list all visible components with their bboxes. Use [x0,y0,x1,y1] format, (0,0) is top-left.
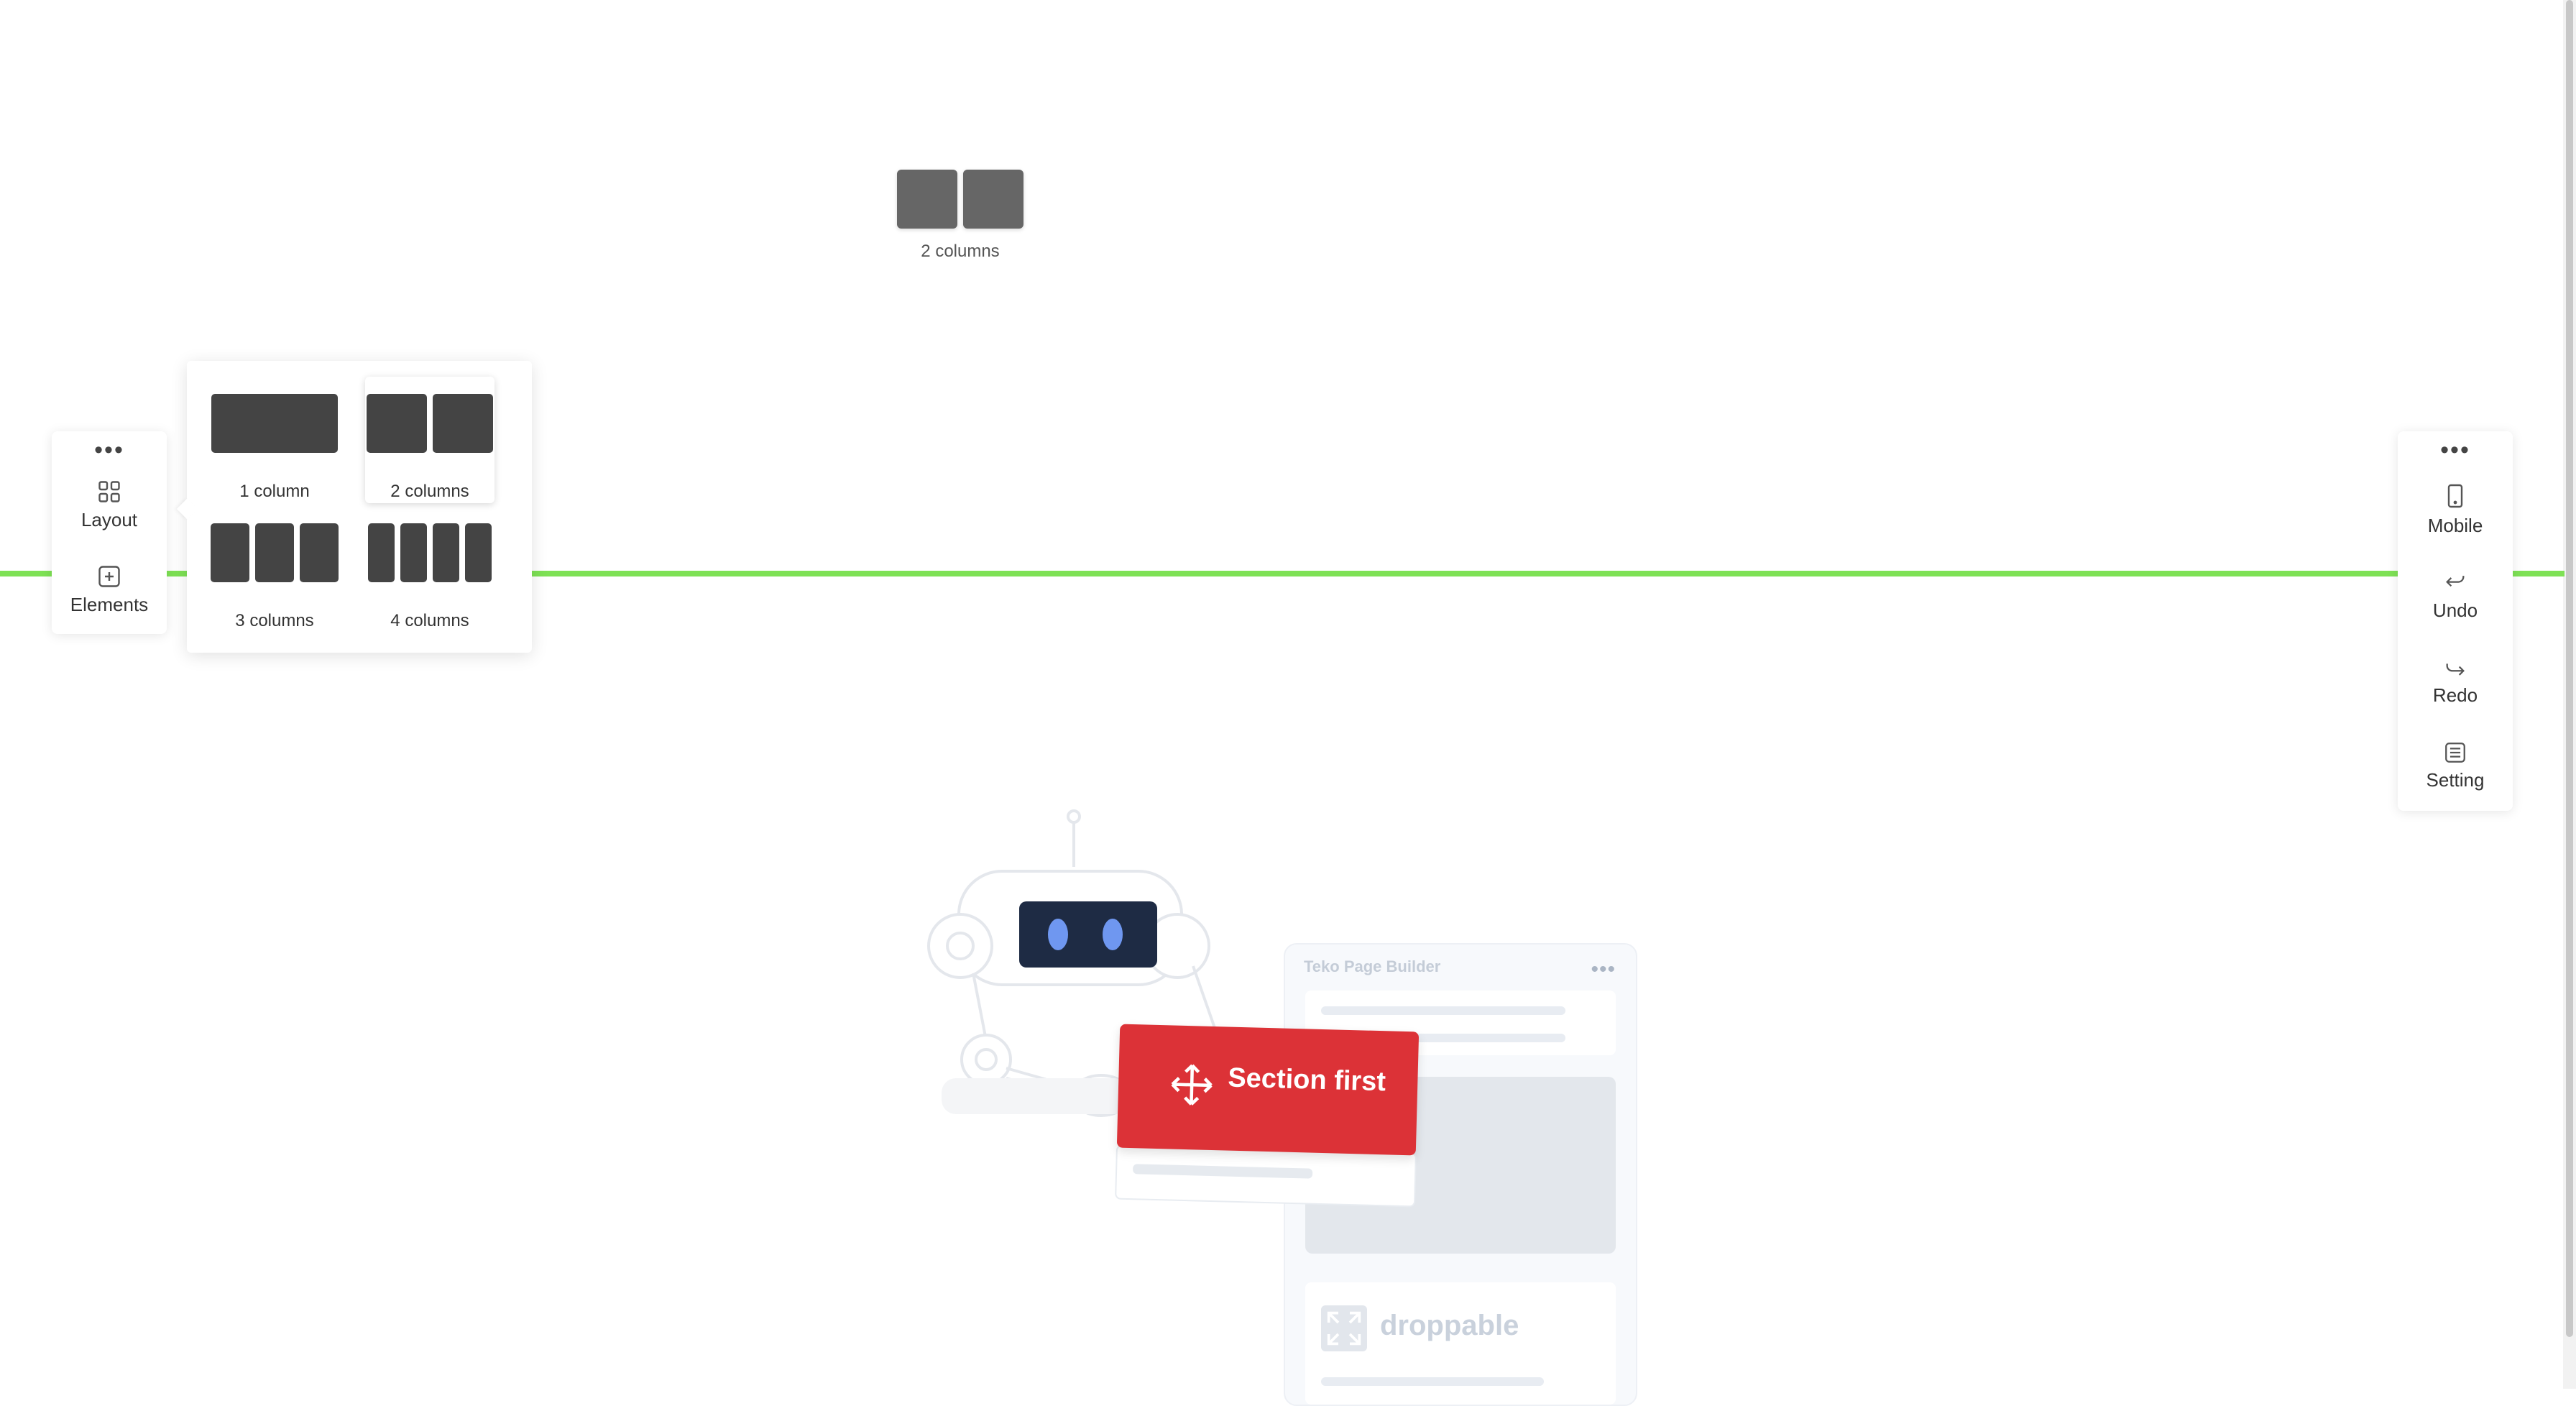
setting-label: Setting [2426,769,2485,791]
drag-preview: 2 columns [894,170,1026,262]
layout-label: Layout [80,509,138,530]
layout-option-label: 3 columns [235,611,314,630]
undo-button[interactable]: Undo [2398,571,2513,622]
layout-option-label: 1 column [239,482,310,501]
column-preview [210,523,339,582]
more-icon[interactable]: ••• [52,438,167,462]
section-first-badge: Section first [1116,1024,1420,1156]
column-block [300,523,339,582]
drag-preview-column [963,170,1024,229]
column-block [433,394,493,453]
column-preview [365,394,494,453]
layout-option-4-columns[interactable]: 4 columns [365,506,494,633]
redo-icon [2446,663,2465,676]
more-icon: ••• [1591,957,1616,981]
column-block [433,523,459,582]
drag-preview-label: 2 columns [921,242,1000,261]
right-toolbar: ••• Mobile Undo Redo Setting [2398,431,2513,811]
badge-text: Section first [1227,1062,1386,1098]
column-preview [365,523,494,582]
elements-label: Elements [70,594,149,615]
layout-option-3-columns[interactable]: 3 columns [210,506,339,633]
column-block [400,523,427,582]
layout-option-1-column[interactable]: 1 column [210,377,339,503]
move-icon [1171,1064,1213,1106]
redo-label: Redo [2432,684,2478,706]
redo-button[interactable]: Redo [2398,656,2513,707]
column-block [367,394,427,453]
layout-option-label: 4 columns [390,611,469,630]
column-block [255,523,294,582]
drag-preview-blocks [894,170,1026,229]
setting-button[interactable]: Setting [2398,740,2513,791]
mobile-label: Mobile [2427,515,2483,536]
undo-label: Undo [2432,599,2478,621]
left-toolbar: ••• Layout Elements [52,431,167,634]
elements-button[interactable]: Elements [52,564,167,616]
placeholder-line [1321,1006,1565,1015]
placeholder-line [1321,1377,1544,1386]
undo-icon [2446,576,2465,587]
layout-popover: 1 column 2 columns 3 columns 4 columns [187,361,532,653]
mobile-button[interactable]: Mobile [2398,482,2513,537]
grid-icon [98,481,120,502]
page-scrollbar-thumb[interactable] [2566,0,2573,1337]
layout-button[interactable]: Layout [52,479,167,531]
card-title: Teko Page Builder [1304,957,1441,975]
column-block [211,523,249,582]
column-preview [210,394,339,453]
more-icon[interactable]: ••• [2398,438,2513,462]
plus-square-icon [98,566,120,587]
column-block [465,523,492,582]
drag-preview-column [897,170,957,229]
list-settings-icon [2445,743,2465,763]
column-block [368,523,395,582]
mobile-icon [2447,484,2463,508]
placeholder-line [1133,1164,1313,1179]
expand-icon [1321,1305,1367,1351]
layout-option-2-columns[interactable]: 2 columns [365,377,494,503]
layout-option-label: 2 columns [390,482,469,501]
droppable-label: droppable [1380,1310,1519,1341]
column-block [211,394,338,453]
